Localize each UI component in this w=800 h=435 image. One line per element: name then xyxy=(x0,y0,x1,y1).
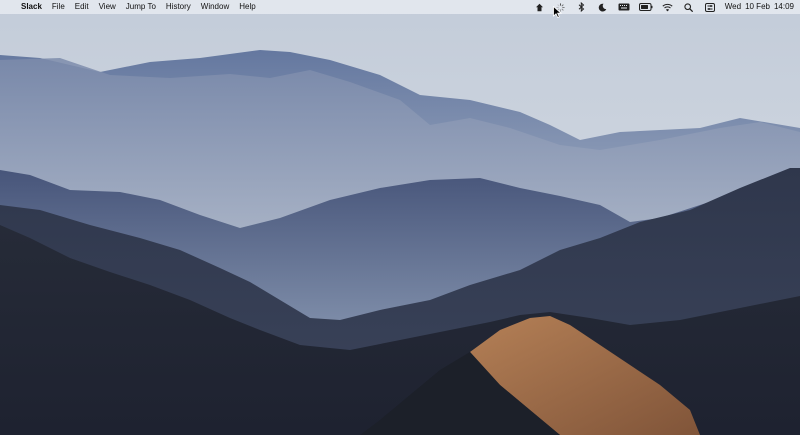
menu-bar: Slack File Edit View Jump To History Win… xyxy=(0,0,800,14)
app-menu-slack[interactable]: Slack xyxy=(16,0,47,14)
menu-edit[interactable]: Edit xyxy=(70,0,94,14)
menu-view[interactable]: View xyxy=(94,0,121,14)
menu-jump-to[interactable]: Jump To xyxy=(121,0,161,14)
status-menus: Wed 10 Feb 14:09 xyxy=(534,0,794,14)
menu-help[interactable]: Help xyxy=(234,0,260,14)
battery-icon[interactable] xyxy=(638,0,653,14)
slack-status-icon[interactable] xyxy=(534,0,546,14)
desktop: Slack File Edit View Jump To History Win… xyxy=(0,0,800,435)
menu-bar-left: Slack File Edit View Jump To History Win… xyxy=(10,0,261,14)
mountain-wallpaper xyxy=(0,0,800,435)
mouse-pointer-icon xyxy=(553,6,562,18)
bluetooth-icon[interactable] xyxy=(576,0,588,14)
clock-day: Wed xyxy=(724,2,742,11)
spotlight-search-icon[interactable] xyxy=(683,0,695,14)
menu-window[interactable]: Window xyxy=(196,0,234,14)
do-not-disturb-moon-icon[interactable] xyxy=(597,0,609,14)
clock-time: 14:09 xyxy=(773,2,794,11)
menu-file[interactable]: File xyxy=(47,0,70,14)
menu-history[interactable]: History xyxy=(161,0,196,14)
keyboard-input-icon[interactable] xyxy=(618,0,630,14)
control-center-icon[interactable] xyxy=(704,0,716,14)
menu-bar-clock[interactable]: Wed 10 Feb 14:09 xyxy=(725,0,794,14)
clock-date: 10 Feb xyxy=(745,2,770,11)
wifi-icon[interactable] xyxy=(662,0,674,14)
